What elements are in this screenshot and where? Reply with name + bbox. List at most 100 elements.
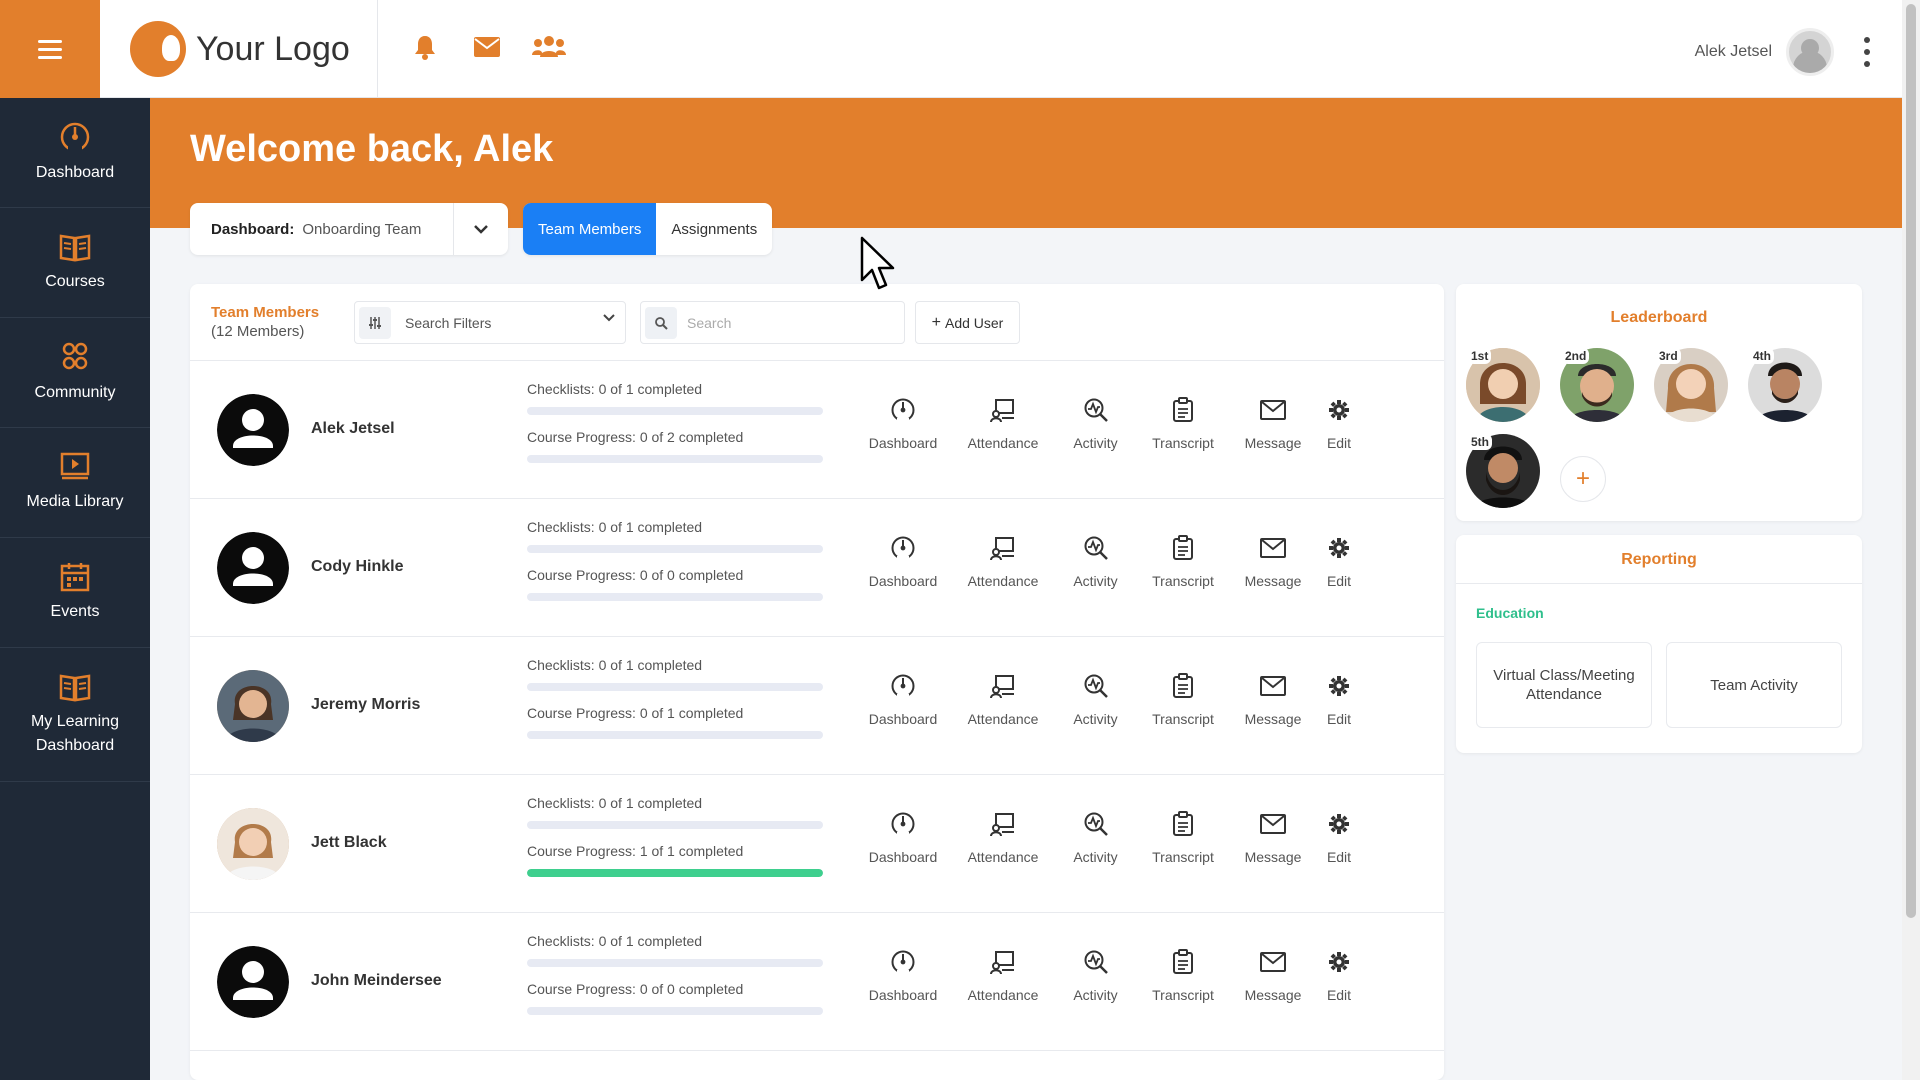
users-icon[interactable]	[532, 30, 566, 64]
course-progress-label: Course Progress: 1 of 1 completed	[527, 843, 744, 859]
course-progress: Course Progress: 0 of 0 completed	[527, 981, 823, 1015]
dashboard-action-button[interactable]: Dashboard	[858, 533, 948, 603]
scrollbar-thumb[interactable]	[1906, 4, 1916, 918]
mouse-cursor-icon	[860, 236, 895, 290]
action-label: Activity	[1073, 573, 1118, 589]
members-toolbar: Team Members (12 Members) Search Filters…	[190, 284, 1444, 361]
sidebar-item-label: My Learning Dashboard	[30, 712, 120, 754]
member-actions: Dashboard Attendance Activity Transcript Mes…	[858, 947, 1365, 1017]
more-options-icon[interactable]	[1862, 37, 1872, 67]
message-action-button[interactable]: Message	[1233, 809, 1313, 879]
add-leaderboard-button[interactable]: +	[1560, 456, 1606, 502]
dashboard-action-button[interactable]: Dashboard	[858, 671, 948, 741]
transcript-action-button[interactable]: Transcript	[1133, 809, 1233, 879]
transcript-action-button[interactable]: Transcript	[1133, 395, 1233, 465]
add-user-button[interactable]: + Add User	[915, 301, 1020, 344]
sidebar-item-label: Community	[34, 383, 116, 401]
sidebar-item-my-learning-dashboard[interactable]: My Learning Dashboard	[0, 648, 150, 782]
action-label: Attendance	[967, 435, 1039, 451]
report-card-team-activity[interactable]: Team Activity	[1666, 642, 1842, 728]
dashboard-action-button[interactable]: Dashboard	[858, 947, 948, 1017]
action-label: Message	[1244, 987, 1302, 1003]
message-action-button[interactable]: Message	[1233, 671, 1313, 741]
course-progress-label: Course Progress: 0 of 0 completed	[527, 981, 744, 997]
edit-action-button[interactable]: Edit	[1313, 533, 1365, 603]
report-card-attendance[interactable]: Virtual Class/Meeting Attendance	[1476, 642, 1652, 728]
tab-team-members[interactable]: Team Members	[523, 203, 657, 255]
checklist-progress-bar	[527, 407, 823, 415]
user-menu[interactable]: Alek Jetsel	[1695, 28, 1872, 76]
dashboard-select[interactable]: Dashboard: Onboarding Team	[190, 203, 508, 255]
avatar[interactable]	[217, 670, 289, 742]
sliders-icon	[359, 306, 391, 339]
sidebar-item-media-library[interactable]: Media Library	[0, 428, 150, 538]
sidebar-item-courses[interactable]: Courses	[0, 208, 150, 318]
activity-action-button[interactable]: Activity	[1058, 947, 1133, 1017]
activity-icon	[1081, 395, 1111, 425]
message-action-button[interactable]: Message	[1233, 395, 1313, 465]
chevron-down-icon[interactable]	[453, 203, 508, 255]
dashboard-action-button[interactable]: Dashboard	[858, 809, 948, 879]
member-name[interactable]: Jeremy Morris	[311, 696, 420, 714]
member-name[interactable]: Cody Hinkle	[311, 558, 403, 576]
search-icon[interactable]	[645, 306, 677, 339]
edit-action-button[interactable]: Edit	[1313, 947, 1365, 1017]
checklist-progress-bar	[527, 545, 823, 553]
checklist-progress: Checklists: 0 of 1 completed	[527, 795, 823, 829]
message-action-button[interactable]: Message	[1233, 533, 1313, 603]
action-label: Transcript	[1152, 435, 1214, 451]
bell-icon[interactable]	[408, 30, 442, 64]
attendance-action-button[interactable]: Attendance	[948, 809, 1058, 879]
divider	[1456, 583, 1862, 584]
activity-action-button[interactable]: Activity	[1058, 533, 1133, 603]
edit-action-button[interactable]: Edit	[1313, 395, 1365, 465]
attendance-action-button[interactable]: Attendance	[948, 671, 1058, 741]
avatar[interactable]	[217, 532, 289, 604]
transcript-action-button[interactable]: Transcript	[1133, 671, 1233, 741]
table-row: John Meindersee Checklists: 0 of 1 comple…	[190, 913, 1444, 1051]
leaderboard-rank: 5th	[1468, 434, 1492, 450]
gauge-icon	[888, 395, 918, 425]
member-name[interactable]: Jett Black	[311, 834, 387, 852]
action-label: Dashboard	[868, 987, 938, 1003]
edit-action-button[interactable]: Edit	[1313, 809, 1365, 879]
transcript-action-button[interactable]: Transcript	[1133, 947, 1233, 1017]
message-action-button[interactable]: Message	[1233, 947, 1313, 1017]
gauge-icon	[888, 947, 918, 977]
transcript-action-button[interactable]: Transcript	[1133, 533, 1233, 603]
member-name[interactable]: Alek Jetsel	[311, 420, 395, 438]
attendance-action-button[interactable]: Attendance	[948, 947, 1058, 1017]
attendance-icon	[988, 947, 1018, 977]
attendance-action-button[interactable]: Attendance	[948, 533, 1058, 603]
member-name[interactable]: John Meindersee	[311, 972, 442, 990]
menu-toggle-button[interactable]	[0, 0, 100, 98]
user-avatar[interactable]	[1786, 28, 1834, 76]
activity-action-button[interactable]: Activity	[1058, 809, 1133, 879]
logo[interactable]: Your Logo	[130, 20, 350, 78]
checklist-progress-label: Checklists: 0 of 1 completed	[527, 933, 703, 949]
activity-action-button[interactable]: Activity	[1058, 671, 1133, 741]
sidebar-item-label: Events	[50, 602, 100, 620]
user-name: Alek Jetsel	[1694, 43, 1772, 60]
search-input[interactable]	[687, 314, 887, 331]
activity-icon	[1081, 533, 1111, 563]
action-label: Message	[1244, 435, 1302, 451]
edit-action-button[interactable]: Edit	[1313, 671, 1365, 741]
table-row: Alek Jetsel Checklists: 0 of 1 completed C…	[190, 361, 1444, 499]
attendance-action-button[interactable]: Attendance	[948, 395, 1058, 465]
dashboard-action-button[interactable]: Dashboard	[858, 395, 948, 465]
action-label: Edit	[1326, 435, 1352, 451]
action-label: Dashboard	[868, 711, 938, 727]
sidebar-item-events[interactable]: Events	[0, 538, 150, 648]
activity-action-button[interactable]: Activity	[1058, 395, 1133, 465]
sidebar-item-community[interactable]: Community	[0, 318, 150, 428]
avatar[interactable]	[217, 808, 289, 880]
tab-assignments[interactable]: Assignments	[656, 203, 772, 255]
search-filters-dropdown[interactable]: Search Filters	[354, 301, 626, 344]
mail-icon[interactable]	[470, 30, 504, 64]
page-scrollbar[interactable]	[1902, 0, 1920, 1080]
gear-icon	[1324, 947, 1354, 977]
avatar[interactable]	[217, 946, 289, 1018]
avatar[interactable]	[217, 394, 289, 466]
sidebar-item-dashboard[interactable]: Dashboard	[0, 98, 150, 208]
